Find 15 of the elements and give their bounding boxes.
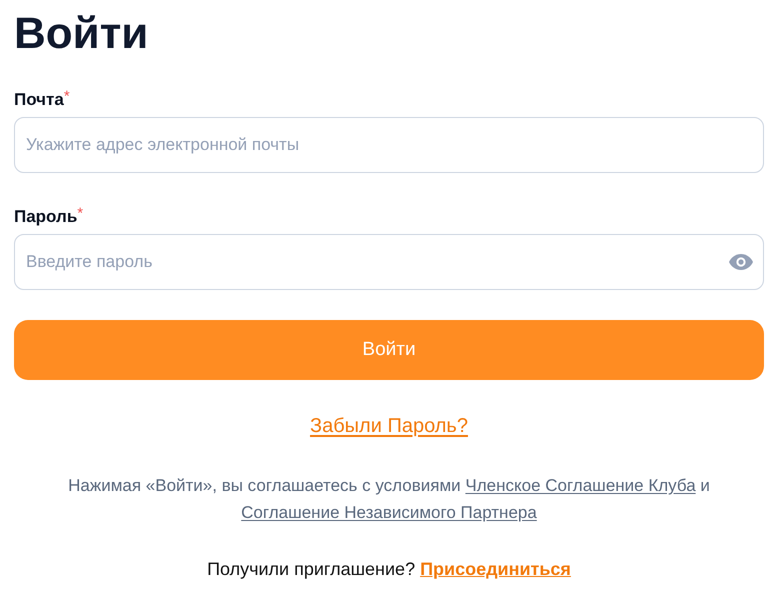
invite-text: Получили приглашение? Присоединиться	[206, 558, 572, 581]
join-link[interactable]: Присоединиться	[420, 559, 571, 579]
required-asterisk: *	[64, 89, 70, 105]
membership-agreement-link[interactable]: Членское Соглашение Клуба	[465, 476, 696, 495]
forgot-password-link[interactable]: Забыли Пароль?	[310, 415, 468, 437]
partner-agreement-link[interactable]: Соглашение Независимого Партнера	[241, 503, 537, 522]
password-field[interactable]: Введите пароль	[14, 234, 764, 290]
login-button[interactable]: Войти	[14, 320, 764, 380]
terms-text: Нажимая «Войти», вы соглашаетесь с условиями Членское Соглашение Клуба и Соглашение Независимого Партнера	[67, 475, 711, 524]
field-label: Почта	[14, 89, 64, 111]
page-title: Войти	[14, 8, 148, 60]
field-label: Пароль	[14, 206, 78, 228]
eye-icon[interactable]	[729, 254, 753, 270]
email-field[interactable]: Укажите адрес электронной почты	[14, 117, 764, 173]
required-asterisk: *	[77, 206, 84, 222]
